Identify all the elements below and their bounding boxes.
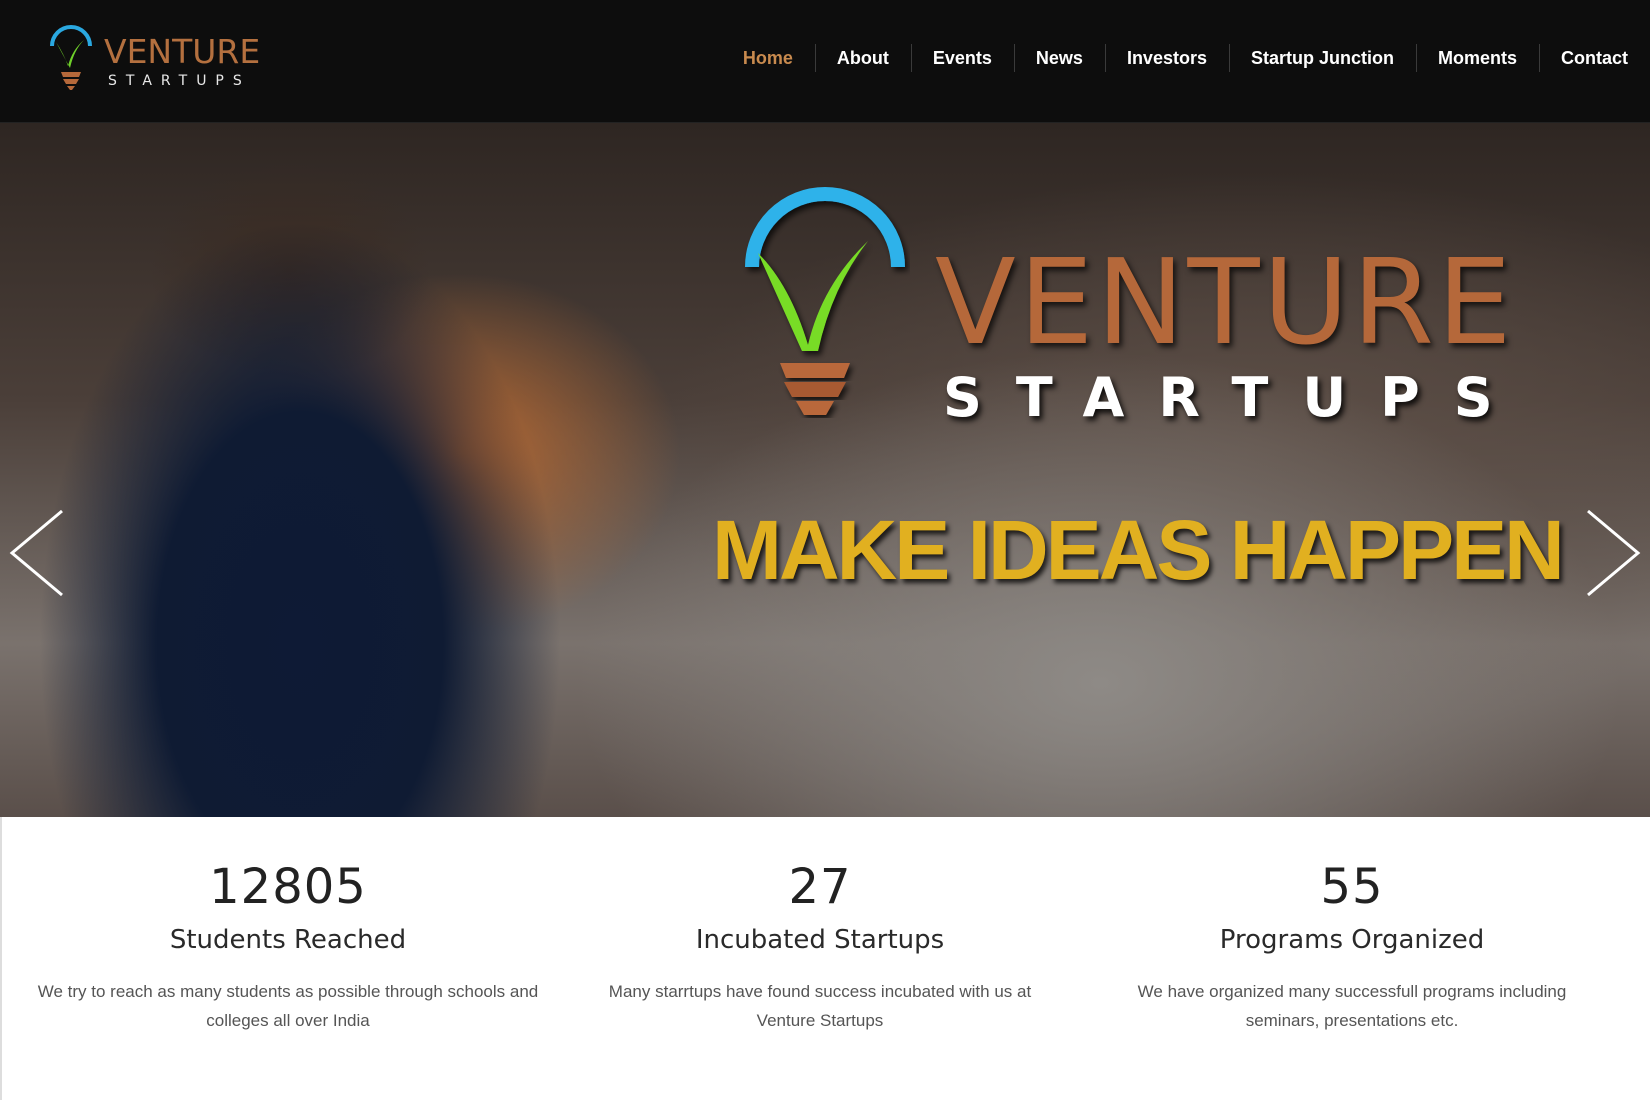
nav-home[interactable]: Home (721, 38, 815, 78)
stat-title: Programs Organized (1219, 925, 1485, 955)
nav-news[interactable]: News (1013, 38, 1105, 78)
stat-number: 12805 (209, 859, 367, 915)
hero-title: VENTURE (935, 233, 1515, 371)
logo-tagline: STARTUPS (108, 73, 251, 89)
hero-slider: VENTURE STARTUPS MAKE IDEAS HAPPEN (0, 123, 1650, 817)
nav-moments[interactable]: Moments (1415, 38, 1539, 78)
nav-about[interactable]: About (814, 38, 911, 78)
stat-number: 55 (1320, 859, 1384, 915)
main-nav: Home About Events News Investors Startup… (721, 38, 1650, 78)
hero-tagline: MAKE IDEAS HAPPEN (712, 503, 1565, 597)
chevron-right-icon (1587, 509, 1641, 597)
hero-lightbulb-icon (745, 187, 905, 415)
slider-prev-button[interactable] (0, 503, 70, 603)
stat-description: We try to reach as many students as poss… (37, 982, 539, 1030)
nav-events[interactable]: Events (910, 38, 1014, 78)
nav-contact[interactable]: Contact (1539, 38, 1650, 78)
chevron-left-icon (9, 509, 63, 597)
site-header: VENTURE STARTUPS Home About Events News … (0, 0, 1650, 123)
logo-name: VENTURE (104, 32, 261, 71)
stat-title: Incubated Startups (695, 925, 945, 955)
stat-title: Students Reached (169, 925, 407, 955)
stat-description: Many starrtups have found success incuba… (608, 982, 1032, 1030)
site-logo[interactable]: VENTURE STARTUPS (48, 18, 268, 98)
stat-number: 27 (788, 859, 852, 915)
stat-description: We have organized many successfull progr… (1137, 982, 1567, 1030)
lightbulb-logo-icon (50, 25, 92, 90)
hero-subtitle: STARTUPS (943, 366, 1527, 429)
stats-section: 12805 Students Reached We try to reach a… (0, 817, 1650, 1100)
nav-startup-junction[interactable]: Startup Junction (1228, 38, 1416, 78)
nav-investors[interactable]: Investors (1104, 38, 1229, 78)
slider-next-button[interactable] (1580, 503, 1650, 603)
